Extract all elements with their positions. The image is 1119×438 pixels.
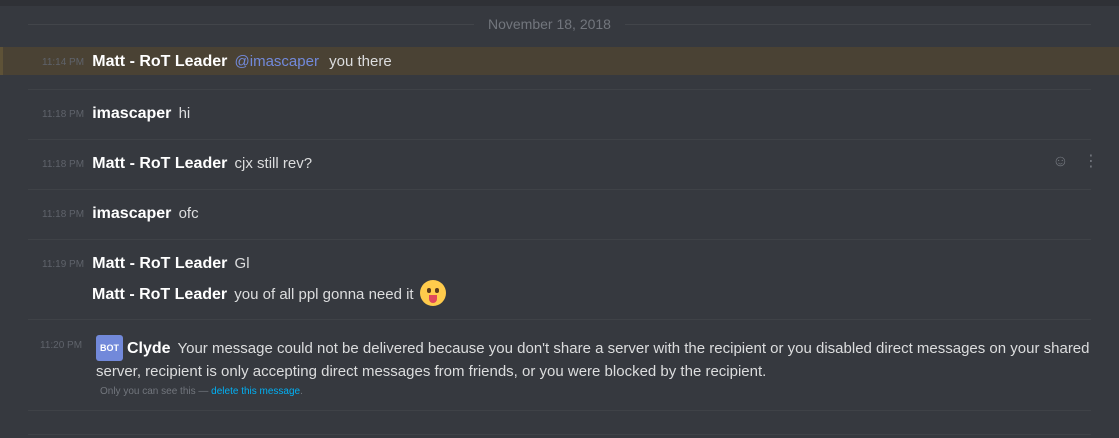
author-name[interactable]: Matt - RoT Leader	[92, 155, 227, 172]
message-text: you of all ppl gonna need it	[234, 286, 414, 303]
message-row[interactable]: 11:18 PM Matt - RoT Leader cjx still rev…	[42, 153, 312, 176]
author-name[interactable]: Matt - RoT Leader	[92, 53, 227, 70]
timestamp: 11:14 PM	[42, 57, 85, 68]
author-name[interactable]: imascaper	[92, 205, 171, 222]
system-message: BOT Clyde Your message could not be deliv…	[96, 335, 1101, 383]
message-row[interactable]: 11:19 PM Matt - RoT Leader Gl	[42, 253, 250, 276]
timestamp: 11:18 PM	[42, 209, 85, 220]
message-separator	[28, 139, 1091, 140]
timestamp: 11:20 PM	[40, 340, 83, 351]
top-strip	[0, 0, 1119, 6]
message-separator	[28, 410, 1091, 411]
timestamp: 11:19 PM	[42, 259, 85, 270]
author-name[interactable]: Matt - RoT Leader	[92, 255, 227, 272]
message-separator	[28, 239, 1091, 240]
author-name[interactable]: Clyde	[127, 340, 171, 357]
message-text: ofc	[178, 205, 199, 222]
delete-message-link[interactable]: delete this message	[211, 386, 300, 397]
date-divider-label: November 18, 2018	[474, 14, 625, 34]
message-row[interactable]: Matt - RoT Leader you of all ppl gonna n…	[92, 280, 446, 306]
message-row[interactable]: 11:18 PM imascaper ofc	[42, 203, 199, 226]
message-text: cjx still rev?	[234, 155, 313, 172]
author-name[interactable]: imascaper	[92, 105, 171, 122]
timestamp: 11:18 PM	[42, 109, 85, 120]
bot-badge: BOT	[96, 335, 123, 361]
tongue-out-emoji	[419, 280, 446, 306]
ephemeral-notice: Only you can see this — delete this mess…	[100, 386, 303, 397]
message-text: hi	[178, 105, 191, 122]
author-name[interactable]: Matt - RoT Leader	[92, 286, 227, 303]
user-mention[interactable]: @imascaper	[235, 53, 319, 70]
ephemeral-note: Only you can see this —	[100, 386, 209, 397]
message-text: you there	[329, 53, 392, 70]
message-hover-actions: ☺ ⋮	[1042, 151, 1099, 171]
message-separator	[28, 89, 1091, 90]
message-text: Gl	[234, 255, 250, 272]
timestamp: 11:18 PM	[42, 159, 85, 170]
ephemeral-suffix: .	[300, 386, 303, 397]
message-row[interactable]: 11:18 PM imascaper hi	[42, 103, 190, 126]
bottom-divider	[28, 434, 1091, 435]
message-row[interactable]: 11:14 PM Matt - RoT Leader @imascaper yo…	[42, 51, 392, 74]
message-separator	[28, 319, 1091, 320]
more-options-icon[interactable]: ⋮	[1083, 153, 1099, 170]
message-separator	[28, 189, 1091, 190]
message-text: Your message could not be delivered beca…	[96, 340, 1090, 380]
add-reaction-icon[interactable]: ☺	[1052, 153, 1068, 170]
